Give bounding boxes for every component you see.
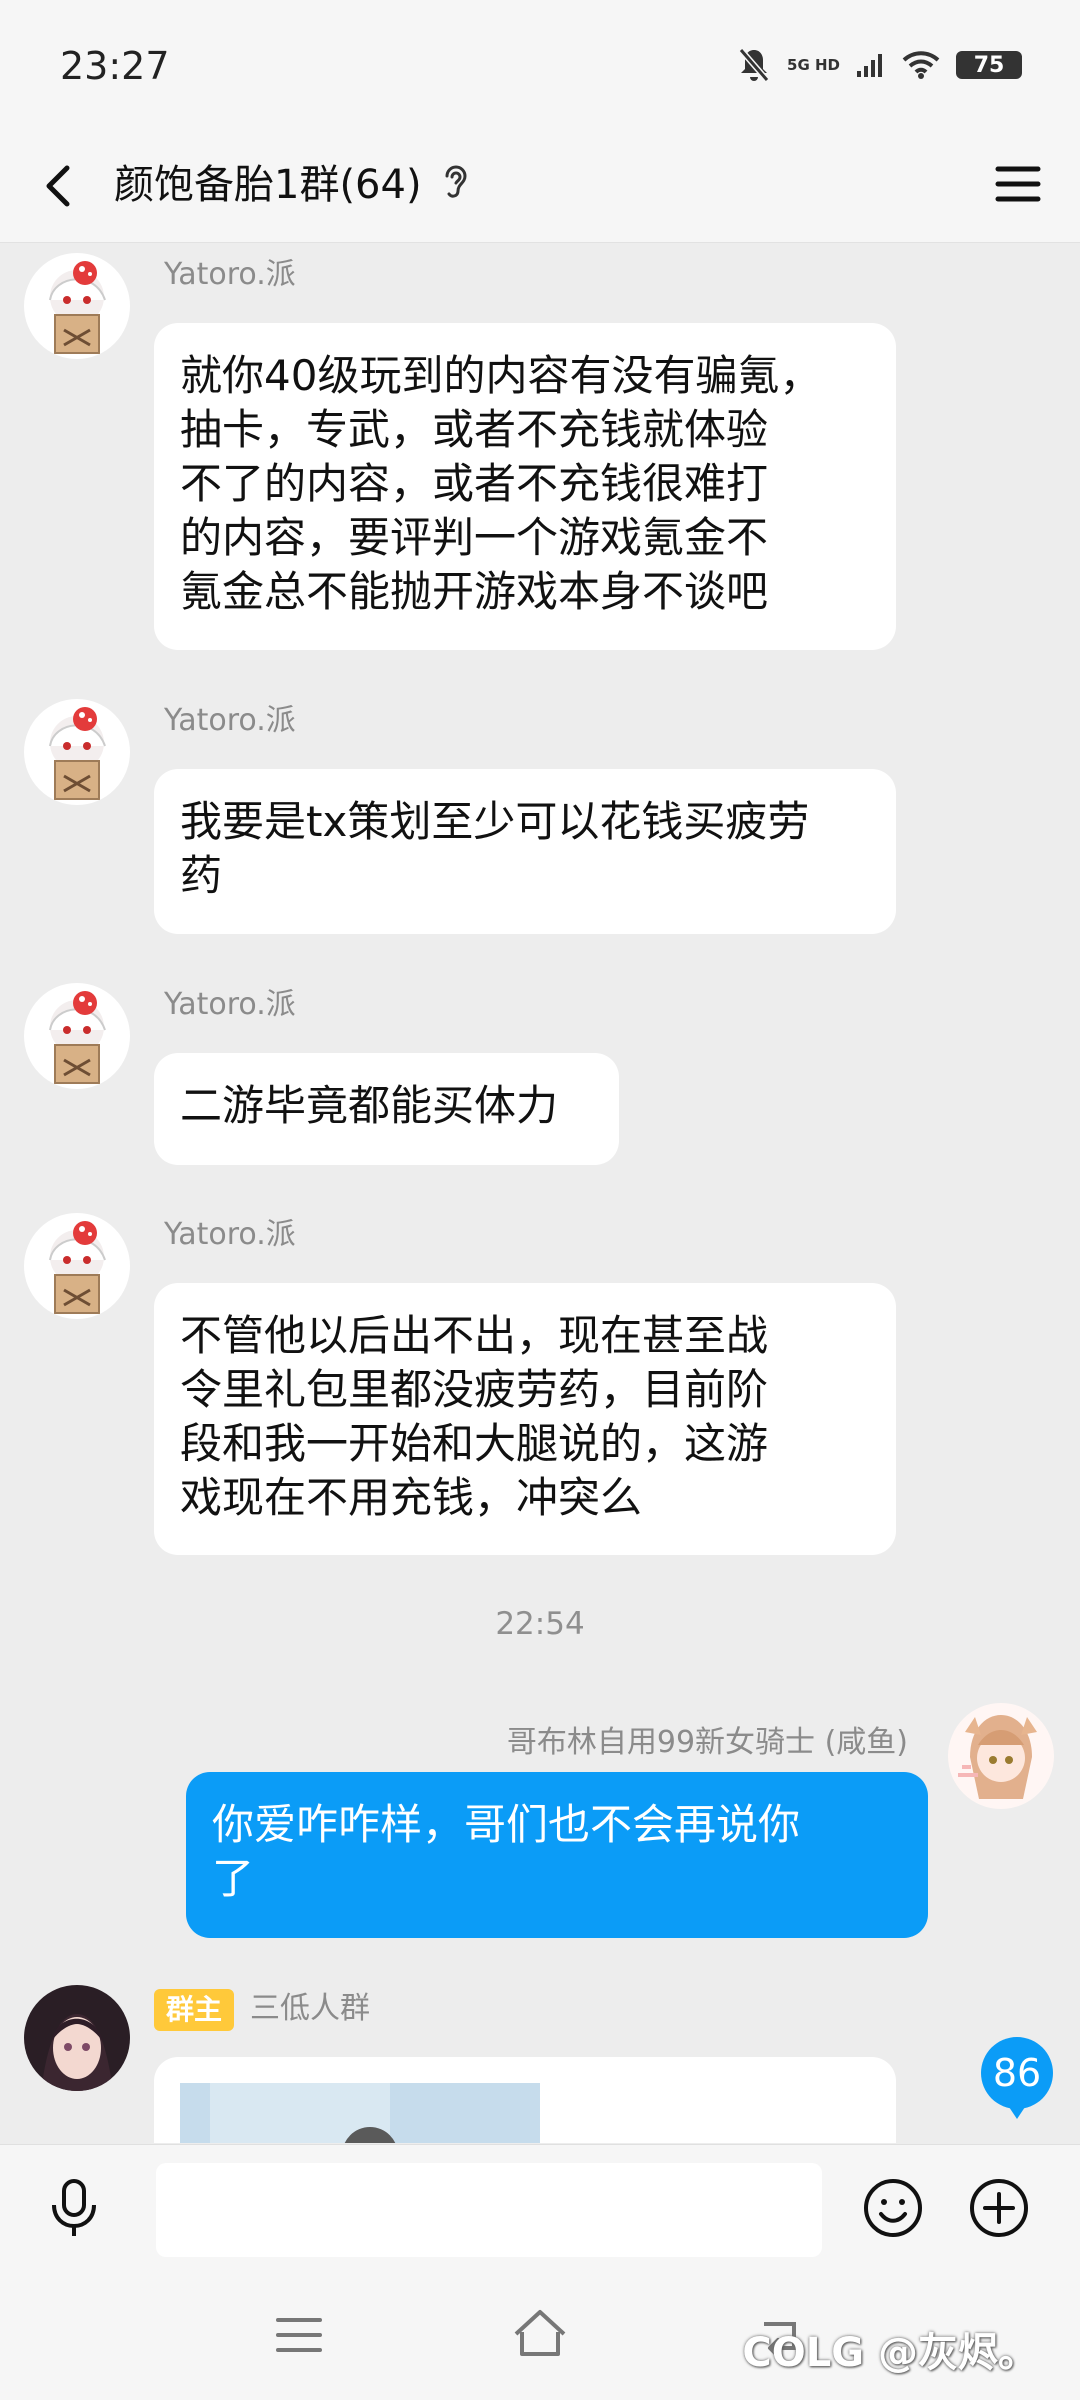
- message-timestamp: 22:54: [495, 1606, 585, 1642]
- unread-count-badge[interactable]: 86: [981, 2037, 1053, 2119]
- back-button[interactable]: [32, 158, 88, 214]
- message-input-bar: [0, 2144, 1080, 2271]
- image-preview: [180, 2083, 540, 2143]
- sender-name: Yatoro.派: [164, 1217, 296, 1252]
- avatar-image: [24, 1985, 130, 2091]
- image-thumbnail[interactable]: [180, 2083, 540, 2143]
- message-bubble[interactable]: 我要是tx策划至少可以花钱买疲劳 药: [154, 769, 896, 934]
- status-bar: 23:27 5G HD 75: [0, 0, 1080, 130]
- message-input[interactable]: [156, 2163, 822, 2257]
- voice-input-button[interactable]: [46, 2175, 102, 2239]
- status-icons: 5G HD 75: [737, 44, 1022, 86]
- message-bubble[interactable]: 不管他以后出不出，现在甚至战 令里礼包里都没疲劳药，目前阶 段和我一开始和大腿说…: [154, 1283, 896, 1555]
- avatar-image: [24, 1213, 130, 1319]
- message-bubble[interactable]: 二游毕竟都能买体力: [154, 1053, 619, 1165]
- watermark: COLG @灰烬。: [742, 2330, 1038, 2376]
- avatar-yatoro[interactable]: [24, 1213, 130, 1319]
- chat-header: 颜饱备胎1群(64): [0, 130, 1080, 243]
- wifi-icon: [902, 51, 940, 79]
- menu-button[interactable]: [990, 156, 1046, 212]
- avatar-me[interactable]: [948, 1703, 1054, 1809]
- image-message[interactable]: [154, 2057, 896, 2143]
- avatar-image: [24, 253, 130, 359]
- message-bubble[interactable]: 就你40级玩到的内容有没有骗氪， 抽卡，专武，或者不充钱就体验 不了的内容，或者…: [154, 323, 896, 650]
- recent-apps-icon[interactable]: [274, 2314, 324, 2356]
- signal-icon: [857, 54, 882, 77]
- ear-icon[interactable]: [438, 160, 472, 206]
- sender-name: 哥布林自用99新女骑士 (咸鱼): [506, 1725, 908, 1760]
- home-icon[interactable]: [508, 2304, 572, 2362]
- sender-name: Yatoro.派: [164, 703, 296, 738]
- status-time: 23:27: [60, 44, 170, 88]
- emoji-button[interactable]: [862, 2177, 924, 2239]
- avatar-image: [24, 983, 130, 1089]
- avatar-group-owner[interactable]: [24, 1985, 130, 2091]
- avatar-yatoro[interactable]: [24, 253, 130, 359]
- battery-icon: 75: [956, 51, 1022, 79]
- avatar-yatoro[interactable]: [24, 699, 130, 805]
- message-list[interactable]: Yatoro.派 就你40级玩到的内容有没有骗氪， 抽卡，专武，或者不充钱就体验…: [0, 243, 1080, 2143]
- mute-bell-icon: [738, 48, 770, 82]
- avatar-image: [24, 699, 130, 805]
- system-navigation-bar: COLG @灰烬。: [0, 2270, 1080, 2400]
- avatar-image: [948, 1703, 1054, 1809]
- sender-name: Yatoro.派: [164, 987, 296, 1022]
- add-button[interactable]: [968, 2177, 1030, 2239]
- message-bubble[interactable]: 你爱咋咋样，哥们也不会再说你 了: [186, 1772, 928, 1938]
- group-title[interactable]: 颜饱备胎1群(64): [114, 152, 422, 218]
- sender-name: Yatoro.派: [164, 257, 296, 292]
- sender-name: 三低人群: [250, 1991, 370, 2026]
- network-label: 5G HD: [787, 55, 840, 74]
- avatar-yatoro[interactable]: [24, 983, 130, 1089]
- owner-badge: 群主: [154, 1989, 235, 2031]
